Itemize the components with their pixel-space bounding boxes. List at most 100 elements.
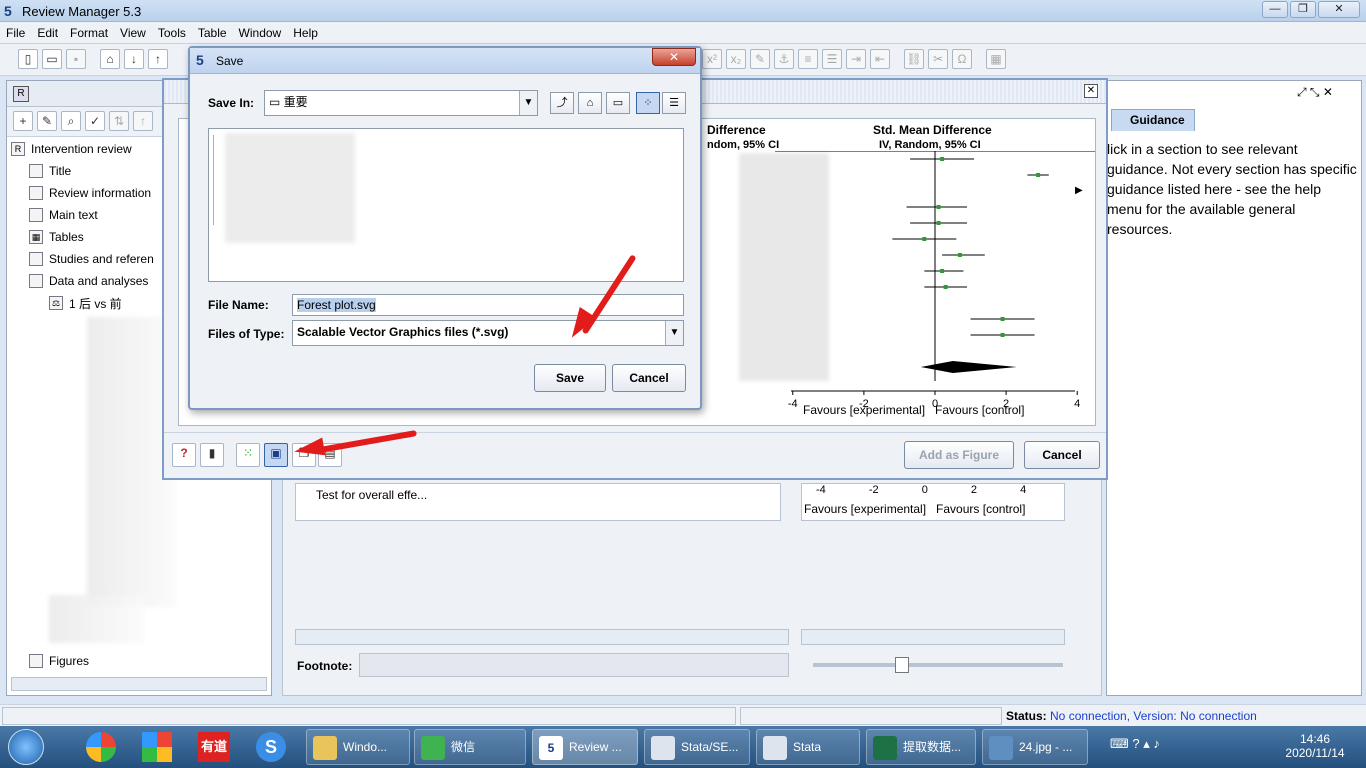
cancel-button[interactable]: Cancel	[612, 364, 686, 392]
grid-icon[interactable]: ⁙	[236, 443, 260, 467]
save-dialog: 5 Save ✕ Save In: ▭ 重要 ▼ ⤴ ⌂ ▭ ⁘ ☰ File …	[188, 46, 702, 410]
menu-format[interactable]: Format	[70, 26, 108, 40]
book-icon	[29, 252, 43, 266]
task-stata[interactable]: Stata	[756, 729, 860, 765]
tree-item-data-analyses[interactable]: Data and analyses	[29, 271, 148, 291]
unlink-icon[interactable]: ✂	[928, 49, 948, 69]
outdent-icon[interactable]: ⇤	[870, 49, 890, 69]
connection-status: Status: No connection, Version: No conne…	[1006, 709, 1257, 723]
close-icon[interactable]: ✕	[1084, 84, 1098, 98]
expand-triangle-icon[interactable]: ▶	[1075, 185, 1083, 196]
renumber-icon[interactable]: ⇅	[109, 111, 129, 131]
task-wechat[interactable]: 微信	[414, 729, 526, 765]
maximize-button[interactable]: ❐	[1290, 1, 1316, 18]
menu-tools[interactable]: Tools	[158, 26, 186, 40]
minimize-button[interactable]: —	[1262, 1, 1288, 18]
task-explorer[interactable]: Windo...	[306, 729, 410, 765]
stata-icon	[763, 736, 787, 760]
outline-scrollbar[interactable]	[11, 677, 267, 691]
add-icon[interactable]: +	[13, 111, 33, 131]
tree-item-studies[interactable]: Studies and referen	[29, 249, 154, 269]
indent-icon[interactable]: ⇥	[846, 49, 866, 69]
task-stata-se[interactable]: Stata/SE...	[644, 729, 750, 765]
clipboard-icon[interactable]: ▮	[200, 443, 224, 467]
tray-icons[interactable]: ⌨ ? ▴ ♪	[1110, 736, 1160, 752]
clock[interactable]: 14:46 2020/11/14	[1280, 732, 1350, 760]
zoom-slider-handle[interactable]	[895, 657, 909, 673]
task-review-manager[interactable]: 5 Review ...	[532, 729, 638, 765]
office-icon[interactable]	[142, 732, 172, 762]
link-icon[interactable]: ⛓	[904, 49, 924, 69]
review-logo-icon: R	[13, 86, 29, 102]
upload-icon[interactable]: ↑	[148, 49, 168, 69]
excel-icon	[873, 736, 897, 760]
study-point	[936, 221, 941, 225]
save-image-icon[interactable]: ▣	[264, 443, 288, 467]
task-excel[interactable]: 提取数据...	[866, 729, 976, 765]
zoom-slider[interactable]	[813, 663, 1063, 667]
add-as-figure-button[interactable]: Add as Figure	[904, 441, 1014, 469]
task-image-viewer[interactable]: 24.jpg - ...	[982, 729, 1088, 765]
menu-window[interactable]: Window	[239, 26, 282, 40]
tree-item-title[interactable]: Title	[29, 161, 71, 181]
tree-item-tables[interactable]: ▦ Tables	[29, 227, 84, 247]
tree-item-main-text[interactable]: Main text	[29, 205, 98, 225]
file-name-input[interactable]: Forest plot.svg	[292, 294, 684, 316]
start-button[interactable]	[8, 729, 44, 765]
home-icon[interactable]: ⌂	[100, 49, 120, 69]
list-view-icon[interactable]: ⁘	[636, 92, 660, 114]
save-icon[interactable]: ▪	[66, 49, 86, 69]
tree-item-figures[interactable]: Figures	[29, 651, 89, 671]
chevron-down-icon[interactable]: ▼	[519, 91, 537, 115]
table-icon[interactable]: ▦	[986, 49, 1006, 69]
sogou-icon[interactable]: S	[256, 732, 286, 762]
superscript-icon[interactable]: x²	[702, 49, 722, 69]
tree-root[interactable]: R Intervention review	[11, 139, 132, 159]
pen-icon[interactable]: ✎	[750, 49, 770, 69]
image-icon	[989, 736, 1013, 760]
menu-view[interactable]: View	[120, 26, 146, 40]
bullet-list-icon[interactable]: ≡	[798, 49, 818, 69]
table-scrollbar[interactable]	[295, 629, 789, 645]
up-folder-icon[interactable]: ⤴	[550, 92, 574, 114]
save-in-select[interactable]: ▭ 重要 ▼	[264, 90, 538, 116]
menu-edit[interactable]: Edit	[37, 26, 58, 40]
home-icon[interactable]: ⌂	[578, 92, 602, 114]
tab-guidance[interactable]: Guidance	[1111, 109, 1195, 131]
plot-cancel-button[interactable]: Cancel	[1024, 441, 1100, 469]
chevron-down-icon[interactable]: ▼	[665, 321, 683, 345]
open-folder-icon[interactable]: ▭	[42, 49, 62, 69]
numbered-list-icon[interactable]: ☰	[822, 49, 842, 69]
footnote-input[interactable]	[359, 653, 789, 677]
tree-item-comparison[interactable]: ⚖ 1 后 vs 前	[49, 293, 122, 313]
anchor-icon[interactable]: ⚓	[774, 49, 794, 69]
find-icon[interactable]: ⌕	[61, 111, 81, 131]
youdao-icon[interactable]: 有道	[198, 732, 230, 762]
study-point	[922, 237, 927, 241]
file-list[interactable]	[208, 128, 684, 282]
details-view-icon[interactable]: ☰	[662, 92, 686, 114]
omega-icon[interactable]: Ω	[952, 49, 972, 69]
preview-ticks: -4 -2 0 2 4	[816, 484, 1027, 496]
subscript-icon[interactable]: x₂	[726, 49, 746, 69]
forest-plot-preview: -4 -2 0 2 4 Favours [experimental] Favou…	[801, 483, 1065, 521]
panel-window-controls[interactable]: ⤢ ⤡ ✕	[1297, 85, 1333, 100]
edit-icon[interactable]: ✎	[37, 111, 57, 131]
properties-icon[interactable]: ✓	[85, 111, 105, 131]
menu-file[interactable]: File	[6, 26, 25, 40]
menu-help[interactable]: Help	[293, 26, 318, 40]
close-icon[interactable]: ✕	[652, 48, 696, 66]
save-button[interactable]: Save	[534, 364, 606, 392]
browser-icon[interactable]	[86, 732, 116, 762]
menu-table[interactable]: Table	[198, 26, 227, 40]
plot-scrollbar[interactable]	[801, 629, 1065, 645]
new-file-icon[interactable]: ▯	[18, 49, 38, 69]
tree-item-review-information[interactable]: Review information	[29, 183, 151, 203]
help-icon[interactable]: ?	[172, 443, 196, 467]
new-folder-icon[interactable]: ▭	[606, 92, 630, 114]
wechat-icon	[421, 736, 445, 760]
files-of-type-select[interactable]: Scalable Vector Graphics files (*.svg) ▼	[292, 320, 684, 346]
move-up-icon[interactable]: ↑	[133, 111, 153, 131]
close-button[interactable]: ✕	[1318, 1, 1360, 18]
download-icon[interactable]: ↓	[124, 49, 144, 69]
